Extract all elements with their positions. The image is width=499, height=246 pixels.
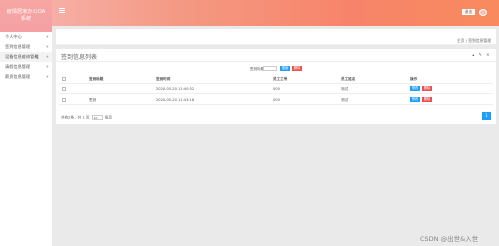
- edit-button[interactable]: 修改: [410, 97, 420, 102]
- page-button[interactable]: 1: [482, 112, 491, 120]
- column-header: 员工姓名: [341, 77, 356, 81]
- sidebar-item-sign-in[interactable]: 签到信息管理 +: [0, 42, 52, 52]
- expand-icon: +: [45, 54, 49, 59]
- cell-time: 2020-05-20 11:40:52: [156, 87, 195, 91]
- panel-tools-icon[interactable]: ▴ ✎ ✕: [472, 52, 491, 57]
- app-title-line2: 系统: [20, 16, 32, 22]
- app-title-line1: 疫情居家办公OA: [6, 9, 46, 15]
- watermark: CSDN @出世&入世: [420, 235, 479, 243]
- column-header: 签到标题: [89, 77, 104, 81]
- sidebar-item-salary[interactable]: 薪资信息管理 +: [0, 72, 52, 82]
- panel-title: 签到信息列表: [61, 54, 98, 61]
- expand-icon: +: [45, 44, 49, 49]
- page-size-select[interactable]: 10: [91, 115, 103, 120]
- batch-delete-button[interactable]: 删除: [292, 66, 302, 71]
- delete-button[interactable]: 删除: [422, 86, 432, 91]
- expand-icon: +: [45, 64, 49, 69]
- breadcrumb-text[interactable]: 主页 / 签到信息管理: [457, 37, 491, 45]
- cell-emp-no: 000: [273, 98, 280, 102]
- cell-time: 2020-05-20 11:43:16: [156, 98, 195, 102]
- cell-emp-no: 000: [273, 87, 280, 91]
- sidebar: 个人中心 + 签到信息管理 + 设备信息维修管理 + 请假信息管理 + 薪资信息…: [0, 32, 52, 246]
- pagination: 共有2条，共 1 页 10 每页: [61, 115, 112, 121]
- column-header: 操作: [410, 77, 418, 81]
- top-bar: 退出: [0, 0, 499, 26]
- divider: [56, 61, 496, 62]
- sidebar-item-leave[interactable]: 请假信息管理 +: [0, 62, 52, 72]
- cell-emp-name: 测试: [341, 87, 349, 91]
- mouse-cursor-icon: ↖: [34, 54, 40, 61]
- expand-icon: +: [45, 34, 49, 39]
- column-header: 员工工号: [273, 77, 288, 81]
- sidebar-item-label: 个人中心: [5, 34, 22, 39]
- exit-button[interactable]: 退出: [462, 9, 475, 15]
- row-checkbox[interactable]: [62, 87, 66, 91]
- app-title: 疫情居家办公OA 系统: [0, 0, 52, 32]
- avatar[interactable]: [479, 9, 487, 16]
- edit-button[interactable]: 修改: [410, 86, 420, 91]
- search-button[interactable]: 搜索: [280, 66, 290, 71]
- page-size-suffix: 每页: [104, 115, 112, 120]
- table-header-row: 签到标题 签到时间 员工工号 员工姓名 操作: [59, 74, 493, 84]
- menu-toggle-icon[interactable]: [59, 8, 65, 13]
- sidebar-item-equipment-repair[interactable]: 设备信息维修管理 +: [0, 52, 52, 62]
- table-row: 签到 2020-05-20 11:43:16 000 测试 修改 删除: [59, 95, 493, 105]
- cell-title: 签到: [89, 98, 97, 102]
- breadcrumb: 主页 / 签到信息管理: [56, 37, 496, 45]
- sign-in-panel: 签到信息列表 ▴ ✎ ✕ 签到标题 搜索 删除 签到标题 签到时间 员工工号 员…: [56, 49, 496, 124]
- sidebar-item-label: 薪资信息管理: [5, 74, 31, 79]
- expand-icon: +: [45, 74, 49, 79]
- row-checkbox[interactable]: [62, 98, 66, 102]
- delete-button[interactable]: 删除: [422, 97, 432, 102]
- sidebar-item-label: 签到信息管理: [5, 44, 31, 49]
- tab-strip: [56, 29, 496, 37]
- pagination-summary: 共有2条，共 1 页: [61, 115, 90, 120]
- search-input[interactable]: [263, 66, 277, 71]
- column-header: 签到时间: [156, 77, 171, 81]
- select-all-checkbox[interactable]: [62, 77, 66, 81]
- table-row: 2020-05-20 11:40:52 000 测试 修改 删除: [59, 84, 493, 94]
- cell-emp-name: 测试: [341, 98, 349, 102]
- sidebar-item-label: 请假信息管理: [5, 64, 31, 69]
- sidebar-item-personal-center[interactable]: 个人中心 +: [0, 32, 52, 42]
